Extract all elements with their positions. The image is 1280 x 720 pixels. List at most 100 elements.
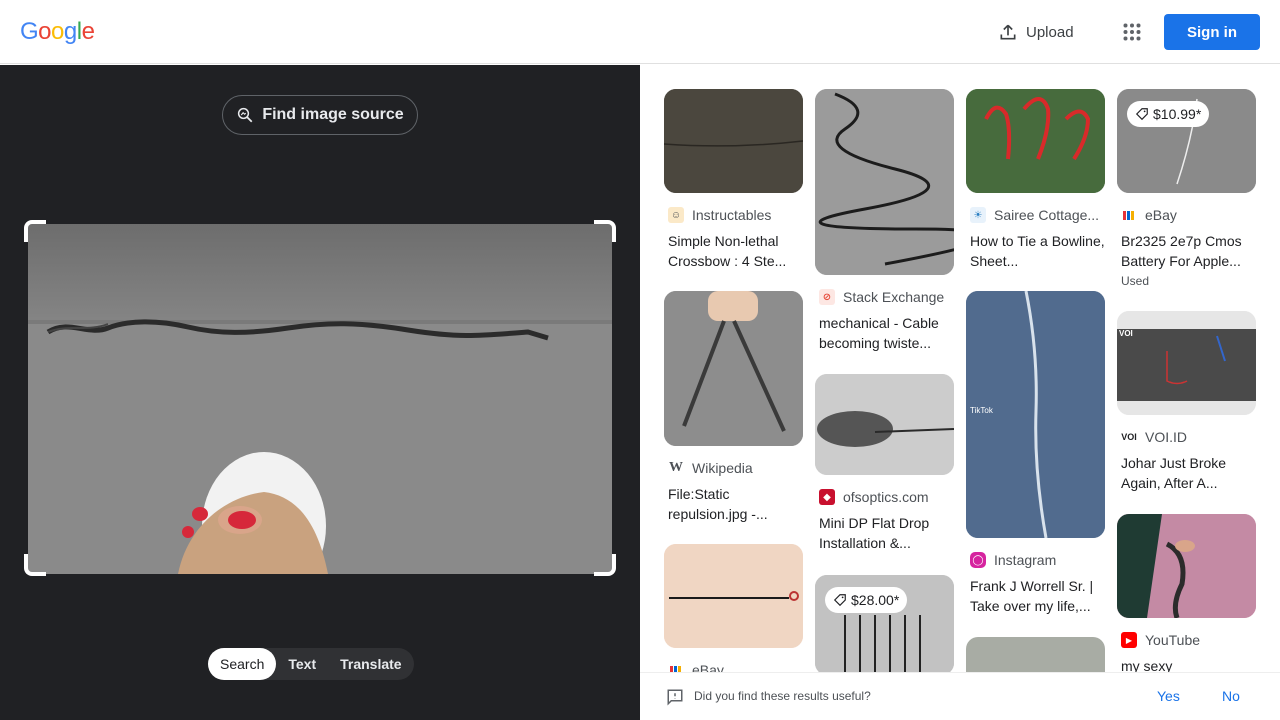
stack-exchange-icon: ⊘ [819, 289, 835, 305]
price-badge: $28.00* [825, 587, 908, 613]
ofsoptics-icon: ◆ [819, 489, 835, 505]
sairee-cottage-icon: ☀ [970, 207, 986, 223]
feedback-no-button[interactable]: No [1222, 688, 1240, 704]
result-card[interactable]: $10.99* eBay Br2325 2e7p Cmos Battery Fo… [1117, 89, 1256, 288]
result-thumbnail[interactable]: $28.00* [815, 575, 954, 672]
upload-label: Upload [1026, 23, 1074, 41]
source-name: Instructables [692, 207, 772, 223]
source-name: eBay [692, 662, 724, 672]
result-card[interactable]: ☀ Sairee Cottage... How to Tie a Bowline… [966, 89, 1105, 271]
tab-text[interactable]: Text [276, 648, 328, 680]
result-title[interactable]: Johar Just Broke Again, After A... [1117, 453, 1256, 493]
crop-handle-bottom-left[interactable] [24, 554, 46, 576]
result-thumbnail[interactable]: TikTok [966, 291, 1105, 538]
result-title[interactable]: Frank J Worrell Sr. | Take over my life,… [966, 576, 1105, 616]
price-tag-icon [833, 594, 846, 607]
tab-translate[interactable]: Translate [328, 648, 413, 680]
result-thumbnail[interactable]: $10.99* [1117, 89, 1256, 193]
result-thumbnail[interactable] [815, 374, 954, 475]
result-source[interactable]: W Wikipedia [664, 460, 803, 476]
result-source[interactable]: ☺ Instructables [664, 207, 803, 223]
instructables-icon: ☺ [668, 207, 684, 223]
wikipedia-icon: W [668, 460, 684, 476]
source-name: Sairee Cottage... [994, 207, 1100, 223]
result-title[interactable]: my sexy [1117, 656, 1256, 672]
crop-handle-top-right[interactable] [594, 220, 616, 242]
voi-icon: VOI [1121, 429, 1137, 445]
ebay-icon [668, 662, 684, 672]
condition-label: Used [1121, 274, 1150, 288]
result-card[interactable]: $28.00* [815, 575, 954, 672]
svg-text:VOI: VOI [1119, 329, 1133, 338]
source-name: YouTube [1145, 632, 1201, 648]
result-thumbnail[interactable] [966, 637, 1105, 672]
result-thumbnail[interactable] [966, 89, 1105, 193]
result-card[interactable]: ◆ ofsoptics.com Mini DP Flat Drop Instal… [815, 374, 954, 553]
logo-letter: g [63, 18, 77, 45]
query-image-panel: Find image source Search Text Translate [0, 65, 640, 720]
instagram-icon: ◯ [970, 552, 986, 568]
price-tag-icon [1135, 108, 1148, 121]
apps-grid-icon [1123, 23, 1141, 41]
result-title[interactable]: How to Tie a Bowline, Sheet... [966, 231, 1105, 271]
upload-icon [1000, 24, 1016, 40]
result-source[interactable]: eBay [1117, 207, 1256, 223]
logo-letter: o [38, 18, 52, 45]
result-card[interactable]: W Wikipedia File:Static repulsion.jpg -.… [664, 291, 803, 524]
google-apps-button[interactable] [1114, 14, 1150, 50]
price-text: $28.00* [851, 592, 900, 608]
result-thumbnail[interactable] [1117, 514, 1256, 618]
result-source[interactable]: ☀ Sairee Cottage... [966, 207, 1105, 223]
result-thumbnail[interactable] [815, 89, 954, 275]
result-card[interactable]: ⊘ Stack Exchange mechanical - Cable beco… [815, 89, 954, 353]
result-card[interactable]: ▶ YouTube my sexy [1117, 514, 1256, 672]
result-thumbnail[interactable]: VOI [1117, 311, 1256, 415]
youtube-icon: ▶ [1121, 632, 1137, 648]
result-thumbnail[interactable] [664, 544, 803, 648]
find-image-source-button[interactable]: Find image source [222, 95, 418, 135]
result-title[interactable]: File:Static repulsion.jpg -... [664, 484, 803, 524]
result-source[interactable]: ▶ YouTube [1117, 632, 1256, 648]
result-title[interactable]: Br2325 2e7p Cmos Battery For Apple... [1117, 231, 1256, 271]
google-logo[interactable]: Google [20, 18, 95, 46]
crop-handle-bottom-right[interactable] [594, 554, 616, 576]
feedback-icon [667, 689, 683, 706]
image-search-icon [238, 107, 253, 123]
source-name: Stack Exchange [843, 289, 945, 305]
top-bar: Google Upload Sign in [0, 0, 1280, 64]
result-card[interactable]: TikTok ◯ Instagram Frank J Worrell Sr. |… [966, 291, 1105, 616]
result-title[interactable]: mechanical - Cable becoming twiste... [815, 313, 954, 353]
logo-letter: e [81, 18, 95, 45]
result-thumbnail[interactable] [664, 291, 803, 446]
upload-button[interactable]: Upload [988, 14, 1084, 50]
result-source[interactable]: ◆ ofsoptics.com [815, 489, 954, 505]
tab-search[interactable]: Search [208, 648, 277, 680]
price-badge: $10.99* [1127, 101, 1210, 127]
find-image-source-label: Find image source [262, 106, 404, 123]
feedback-yes-button[interactable]: Yes [1157, 688, 1180, 704]
query-image[interactable] [28, 224, 612, 574]
sign-in-button[interactable]: Sign in [1164, 14, 1260, 50]
result-title[interactable]: Mini DP Flat Drop Installation &... [815, 513, 954, 553]
result-card[interactable]: VOI VOI VOI.ID Johar Just Broke Again, A… [1117, 311, 1256, 493]
result-source[interactable]: ◯ Instagram [966, 552, 1105, 568]
logo-letter: G [20, 18, 39, 45]
feedback-question: Did you find these results useful? [694, 689, 871, 703]
logo-letter: o [51, 18, 64, 45]
result-source[interactable]: VOI VOI.ID [1117, 429, 1256, 445]
result-source[interactable]: eBay [664, 662, 803, 672]
source-name: VOI.ID [1145, 429, 1188, 445]
result-card[interactable]: eBay [664, 544, 803, 672]
result-card[interactable] [966, 637, 1105, 672]
crop-handle-top-left[interactable] [24, 220, 46, 242]
source-name: ofsoptics.com [843, 489, 929, 505]
result-card[interactable]: ☺ Instructables Simple Non-lethal Crossb… [664, 89, 803, 271]
result-title[interactable]: Simple Non-lethal Crossbow : 4 Ste... [664, 231, 803, 271]
lens-mode-tabs: Search Text Translate [208, 648, 414, 680]
source-name: Instagram [994, 552, 1057, 568]
result-thumbnail[interactable] [664, 89, 803, 193]
source-name: Wikipedia [692, 460, 753, 476]
result-source[interactable]: ⊘ Stack Exchange [815, 289, 954, 305]
svg-text:TikTok: TikTok [970, 406, 994, 415]
ebay-icon [1121, 207, 1137, 223]
